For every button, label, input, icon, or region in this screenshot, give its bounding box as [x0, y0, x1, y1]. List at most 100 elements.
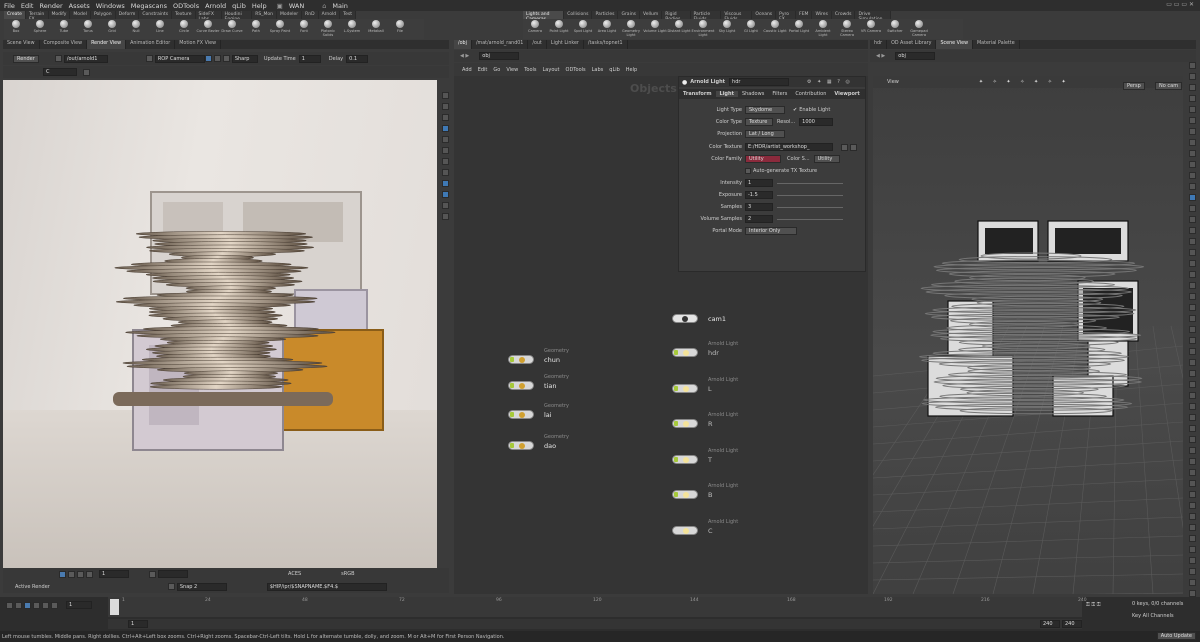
portal-mode-dropdown[interactable]: Interior Only: [745, 227, 797, 235]
snap-field[interactable]: Snap 2: [176, 582, 227, 591]
side-tool-icon[interactable]: [441, 136, 449, 143]
side-tool-icon[interactable]: [441, 92, 449, 99]
tab-od-asset-library[interactable]: OD Asset Library: [887, 40, 937, 49]
range-end-field-2[interactable]: 240: [1062, 620, 1082, 628]
shelf-tool[interactable]: Environment Light: [691, 19, 715, 39]
side-tool-icon[interactable]: [1188, 447, 1196, 454]
side-tool-icon[interactable]: [1188, 480, 1196, 487]
net-menu-tools[interactable]: Tools: [524, 67, 536, 73]
render-view-image[interactable]: [3, 80, 437, 568]
scene-viewport[interactable]: View ✦ ✧ ✦ ✧ ✦ ✧ ✦ Persp No cam: [873, 76, 1183, 594]
node-light-L[interactable]: Arnold Light L: [672, 377, 738, 393]
shelf-tool[interactable]: Caustic Light: [763, 19, 787, 39]
side-tool-icon[interactable]: [1188, 205, 1196, 212]
tab-out[interactable]: /out: [528, 40, 547, 49]
shelf-tab[interactable]: Houdini Engine: [222, 11, 253, 22]
color-family-dropdown[interactable]: Utility: [745, 155, 781, 163]
exposure-field[interactable]: -1.5: [745, 191, 773, 199]
net-menu-edit[interactable]: Edit: [478, 67, 488, 73]
side-tool-icon[interactable]: [1188, 238, 1196, 245]
side-tool-icon[interactable]: [441, 125, 449, 132]
shelf-tool[interactable]: Volume Light: [643, 19, 667, 39]
menu-help[interactable]: Help: [252, 2, 267, 10]
tab-topnet[interactable]: /tasks/topnet1: [584, 40, 628, 49]
tab-animation-editor[interactable]: Animation Editor: [126, 40, 176, 49]
shelf-tab[interactable]: Model: [70, 11, 91, 19]
shelf-tab[interactable]: RS_Mon: [252, 11, 277, 19]
side-tool-icon[interactable]: [1188, 139, 1196, 146]
jump-start-icon[interactable]: [6, 601, 13, 609]
shelf-tool[interactable]: GI Light: [739, 19, 763, 39]
menu-edit[interactable]: Edit: [21, 2, 34, 10]
shelf-tab[interactable]: Terrain FX: [26, 11, 49, 22]
side-tool-icon[interactable]: [1188, 260, 1196, 267]
light-type-dropdown[interactable]: Skydome: [745, 106, 785, 114]
shelf-tab[interactable]: FEM: [796, 11, 813, 19]
side-tool-icon[interactable]: [1188, 150, 1196, 157]
shelf-tab[interactable]: Oceans: [752, 11, 777, 19]
aces-label[interactable]: ACES: [288, 571, 301, 577]
side-tool-icon[interactable]: [1188, 557, 1196, 564]
side-tool-icon[interactable]: [441, 191, 449, 198]
shelf-tab[interactable]: Modeler: [277, 11, 303, 19]
side-tool-icon[interactable]: [1188, 436, 1196, 443]
tab-composite-view[interactable]: Composite View: [40, 40, 88, 49]
range-start-field[interactable]: 1: [128, 620, 148, 628]
shelf-tab[interactable]: Vellum: [640, 11, 663, 19]
shelf-tool[interactable]: File: [388, 19, 412, 39]
current-frame-field[interactable]: 1: [66, 601, 92, 609]
display-options-icon[interactable]: [68, 570, 75, 578]
node-light-C[interactable]: Arnold Light C: [672, 519, 738, 535]
color-texture-field[interactable]: E:/HDR/artist_workshop_: [745, 143, 833, 151]
side-tool-icon[interactable]: [1188, 326, 1196, 333]
menu-render[interactable]: Render: [39, 2, 62, 10]
viewport-path-field[interactable]: obj: [895, 52, 936, 60]
shelf-tool[interactable]: Circle: [172, 19, 196, 39]
node-light-R[interactable]: Arnold Light R: [672, 412, 738, 428]
volume-samples-slider[interactable]: [777, 218, 843, 220]
tab-scene-view[interactable]: Scene View: [3, 40, 40, 49]
auto-update-dropdown[interactable]: Auto Update: [1156, 632, 1196, 640]
network-path-field[interactable]: obj: [479, 52, 520, 60]
node-light-B[interactable]: Arnold Light B: [672, 483, 738, 499]
window-controls[interactable]: ▭ ▭ ▭ ✕: [1166, 1, 1194, 8]
shelf-tool[interactable]: Sky Light: [715, 19, 739, 39]
shelf-tab[interactable]: Crowds: [832, 11, 856, 19]
shelf-tool[interactable]: Metaball: [364, 19, 388, 39]
timeline-track[interactable]: 1 24 48 72 96 120 144 168 192 216 240: [108, 597, 1087, 617]
samples-slider[interactable]: [777, 206, 843, 208]
side-tool-icon[interactable]: [1188, 370, 1196, 377]
menu-windows[interactable]: Windows: [96, 2, 125, 10]
viewport-back-icon[interactable]: ◀ ▶: [876, 53, 885, 59]
step-back-icon[interactable]: [15, 601, 22, 609]
param-tab-filters[interactable]: Filters: [768, 91, 791, 97]
side-tool-icon[interactable]: [1188, 304, 1196, 311]
channel-dropdown[interactable]: C: [43, 68, 77, 76]
side-tool-icon[interactable]: [1188, 95, 1196, 102]
shelf-tool[interactable]: Area Light: [595, 19, 619, 39]
srgb-label[interactable]: sRGB: [341, 571, 354, 577]
menu-megascans[interactable]: Megascans: [131, 2, 167, 10]
net-menu-add[interactable]: Add: [462, 67, 472, 73]
tab-light-linker[interactable]: Light Linker: [547, 40, 584, 49]
side-tool-icon[interactable]: [1188, 392, 1196, 399]
stop-icon[interactable]: [24, 601, 31, 609]
menu-arnold[interactable]: Arnold: [205, 2, 226, 10]
side-tool-icon[interactable]: [1188, 194, 1196, 201]
side-tool-icon[interactable]: [1188, 216, 1196, 223]
shelf-tool[interactable]: Path: [244, 19, 268, 39]
side-tool-icon[interactable]: [1188, 546, 1196, 553]
tab-motion-fx-view[interactable]: Motion FX View: [175, 40, 221, 49]
preview-toggle-icon[interactable]: [204, 55, 212, 62]
render-button[interactable]: Render: [13, 54, 39, 63]
exposure-slider[interactable]: [777, 194, 843, 196]
side-tool-icon[interactable]: [1188, 293, 1196, 300]
shelf-tab[interactable]: Particle Fluids: [691, 11, 722, 22]
side-tool-icon[interactable]: [1188, 271, 1196, 278]
shelf-tool[interactable]: Null: [124, 19, 148, 39]
net-menu-odtools[interactable]: ODTools: [566, 67, 586, 73]
shelf-tool[interactable]: L-System: [340, 19, 364, 39]
side-tool-icon[interactable]: [441, 202, 449, 209]
side-tool-icon[interactable]: [1188, 183, 1196, 190]
side-tool-icon[interactable]: [1188, 62, 1196, 69]
